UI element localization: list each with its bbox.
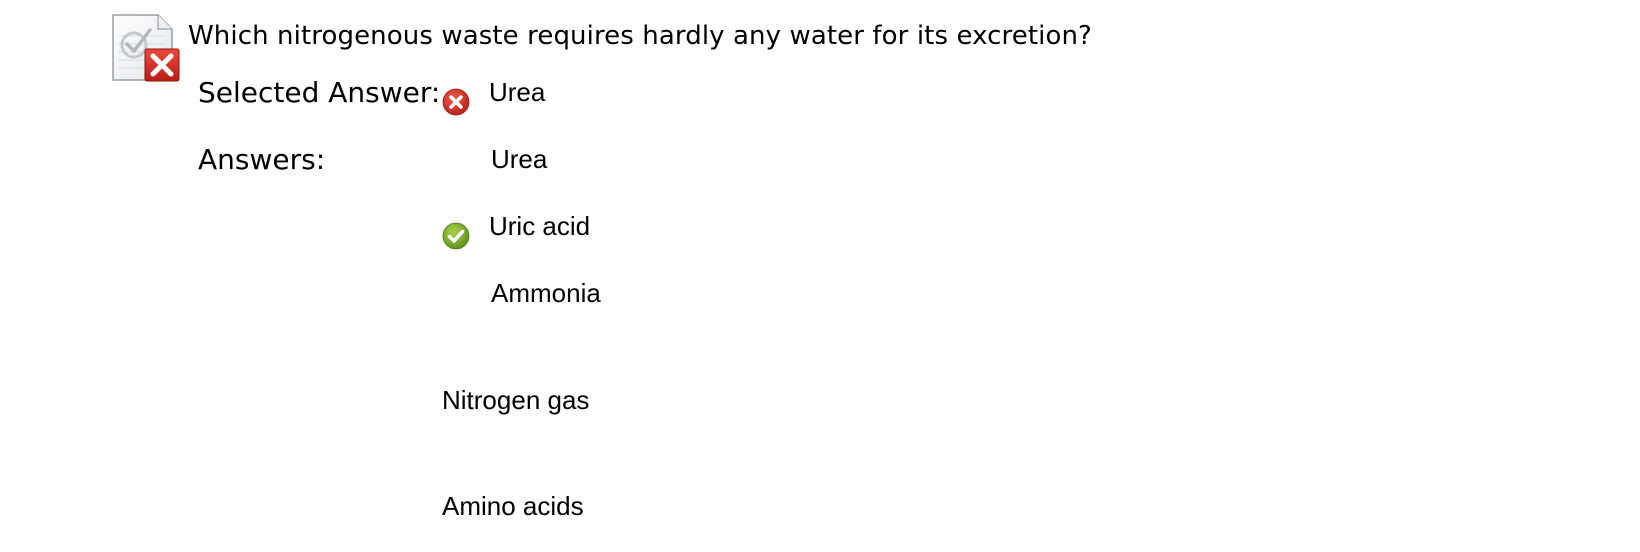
incorrect-question-icon	[112, 14, 182, 84]
question-text: Which nitrogenous waste requires hardly …	[188, 21, 1092, 51]
correct-icon	[442, 222, 470, 250]
answers-label: Answers:	[198, 143, 326, 176]
answer-option-urea: Urea	[491, 144, 548, 174]
question-review: Which nitrogenous waste requires hardly …	[0, 0, 1640, 552]
incorrect-icon	[442, 88, 470, 116]
answer-option-amino-acids: Amino acids	[442, 491, 584, 521]
selected-answer-label: Selected Answer:	[198, 76, 441, 109]
answer-option-ammonia: Ammonia	[491, 278, 601, 308]
answer-option-uric-acid: Uric acid	[489, 211, 591, 241]
answer-option-nitrogen-gas: Nitrogen gas	[442, 385, 590, 415]
selected-answer-value: Urea	[489, 77, 546, 107]
